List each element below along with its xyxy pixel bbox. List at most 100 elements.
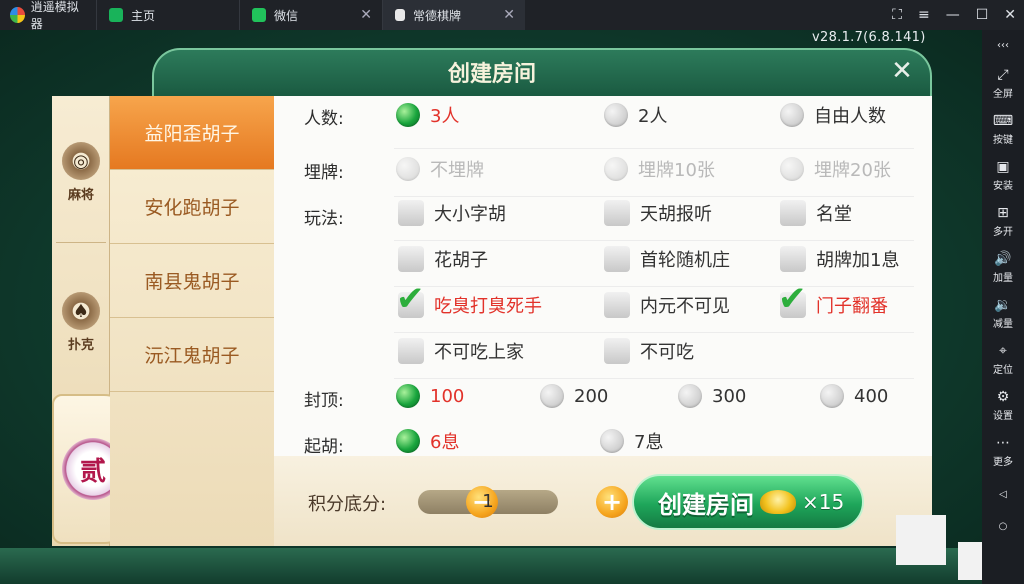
radio-icon [396,157,420,181]
toolbar-fullscreen[interactable]: ⤢ 全屏 [982,60,1024,106]
game-item-anhua[interactable]: 安化跑胡子 [110,170,274,244]
rule-checkbox-chichou[interactable]: ✔ 吃臭打臭死手 [396,282,542,318]
option-label: 不可吃上家 [434,342,524,363]
cap-option-300[interactable]: 300 [678,384,746,408]
mahjong-icon: ◎ [62,142,100,180]
dialog-title: 创建房间 [447,62,536,87]
plus-button[interactable]: + [596,486,628,518]
radio-icon [540,384,564,408]
rule-checkbox-huahuzi[interactable]: 花胡子 [398,246,488,272]
toolbar-label: 全屏 [993,88,1013,100]
app-brand[interactable]: 逍遥模拟器 [0,0,96,31]
players-option-free[interactable]: 自由人数 [780,102,886,128]
option-label: 400 [854,385,889,407]
keyboard-icon: ⌨ [992,112,1014,129]
radio-icon [820,384,844,408]
start-option-7[interactable]: 7息 [600,428,663,454]
app-name: 逍遥模拟器 [30,0,79,31]
rule-checkbox-tianhu[interactable]: 天胡报听 [604,200,712,226]
checkmark-icon: ✔ [396,279,425,319]
bury-option-10[interactable]: 埋牌10张 [604,156,715,182]
game-item-yuanjiang[interactable]: 沅江鬼胡子 [110,318,274,392]
start-option-6[interactable]: 6息 [396,428,459,454]
option-label: 300 [712,385,747,407]
tab-changde-chess[interactable]: 常德棋牌 ✕ [382,0,525,30]
tab-close-icon[interactable]: ✕ [360,7,372,23]
toolbar-settings[interactable]: ⚙ 设置 [982,382,1024,428]
game-item-yiyang[interactable]: 益阳歪胡子 [110,96,274,170]
toolbar-volume-up[interactable]: 🔊 加量 [982,244,1024,290]
bury-option-20[interactable]: 埋牌20张 [780,156,891,182]
row-divider [394,196,914,197]
option-label: 埋牌10张 [638,160,715,181]
radio-selected-icon [396,103,420,127]
tab-home[interactable]: 主页 [96,0,239,30]
checkbox-icon: ✔ [778,282,807,318]
radio-icon [604,103,628,127]
lock-icon [395,9,405,21]
toolbar-more[interactable]: ⋯ 更多 [982,428,1024,474]
rule-checkbox-daxiaozi[interactable]: 大小字胡 [398,200,506,226]
collapse-toolbar-icon[interactable]: ‹‹‹ [982,30,1024,60]
radio-icon [678,384,702,408]
menu-icon[interactable]: ≡ [918,7,930,23]
rule-checkbox-no-eat[interactable]: 不可吃 [604,338,694,364]
cap-option-400[interactable]: 400 [820,384,888,408]
toolbar-label: 减量 [993,318,1013,330]
nav-divider [56,242,106,243]
screen-fit-icon[interactable]: ⛶ [892,7,902,23]
home-app-icon [109,8,123,22]
category-mahjong[interactable]: ◎ 麻将 [52,142,110,203]
tab-close-icon[interactable]: ✕ [503,7,515,23]
toolbar-label: 安装 [993,180,1013,192]
close-icon[interactable]: ✕ [888,58,916,86]
minimize-icon[interactable]: — [946,7,960,23]
row-divider [394,148,914,149]
toolbar-label: 按键 [993,134,1013,146]
emulator-toolbar: ‹‹‹ ⤢ 全屏 ⌨ 按键 ▣ 安装 ⊞ 多开 🔊 加量 🔉 减量 ⌖ 定位 ⚙… [982,30,1024,584]
rule-checkbox-neiyuan[interactable]: 内元不可见 [604,292,730,318]
toolbar-label: 多开 [993,226,1013,238]
rule-checkbox-no-eat-upper[interactable]: 不可吃上家 [398,338,524,364]
settings-icon: ⚙ [996,388,1010,405]
toolbar-multi-open[interactable]: ⊞ 多开 [982,198,1024,244]
cap-option-200[interactable]: 200 [540,384,608,408]
gold-ingot-icon [760,490,796,514]
create-room-button[interactable]: 创建房间 ×15 [632,474,864,530]
radio-icon [604,157,628,181]
toolbar-label: 更多 [993,456,1013,468]
radio-selected-icon [396,429,420,453]
row-divider [394,240,914,241]
checkbox-icon: ✔ [396,282,425,318]
players-option-3[interactable]: 3人 [396,102,459,128]
toolbar-install[interactable]: ▣ 安装 [982,152,1024,198]
category-poker[interactable]: ♠ 扑克 [52,292,110,353]
players-option-2[interactable]: 2人 [604,102,667,128]
toolbar-location[interactable]: ⌖ 定位 [982,336,1024,382]
rule-checkbox-menzi[interactable]: ✔ 门子翻番 [778,282,888,318]
bury-option-none[interactable]: 不埋牌 [396,156,484,182]
spade-icon: ♠ [62,292,100,330]
tab-wechat[interactable]: 微信 ✕ [239,0,382,30]
close-window-icon[interactable]: ✕ [1004,7,1016,23]
rule-checkbox-mingtang[interactable]: 名堂 [780,200,852,226]
row-divider [394,286,914,287]
game-item-nanxian[interactable]: 南县鬼胡子 [110,244,274,318]
bury-label: 埋牌: [304,163,344,183]
back-icon[interactable]: ◁ [982,474,1024,514]
cap-option-100[interactable]: 100 [396,384,464,408]
location-icon: ⌖ [999,342,1007,359]
option-label: 大小字胡 [434,204,506,225]
option-label: 6息 [430,432,460,453]
tab-home-label: 主页 [131,8,156,23]
rule-checkbox-random-dealer[interactable]: 首轮随机庄 [604,246,730,272]
rule-checkbox-hu-plus-1[interactable]: 胡牌加1息 [780,246,899,272]
toolbar-keymap[interactable]: ⌨ 按键 [982,106,1024,152]
home-icon[interactable]: ○ [982,514,1024,538]
option-label: 不埋牌 [430,160,484,181]
toolbar-volume-down[interactable]: 🔉 减量 [982,290,1024,336]
volume-up-icon: 🔊 [994,250,1012,267]
cap-label: 封顶: [304,391,344,411]
radio-icon [780,103,804,127]
maximize-icon[interactable]: ☐ [976,7,989,23]
